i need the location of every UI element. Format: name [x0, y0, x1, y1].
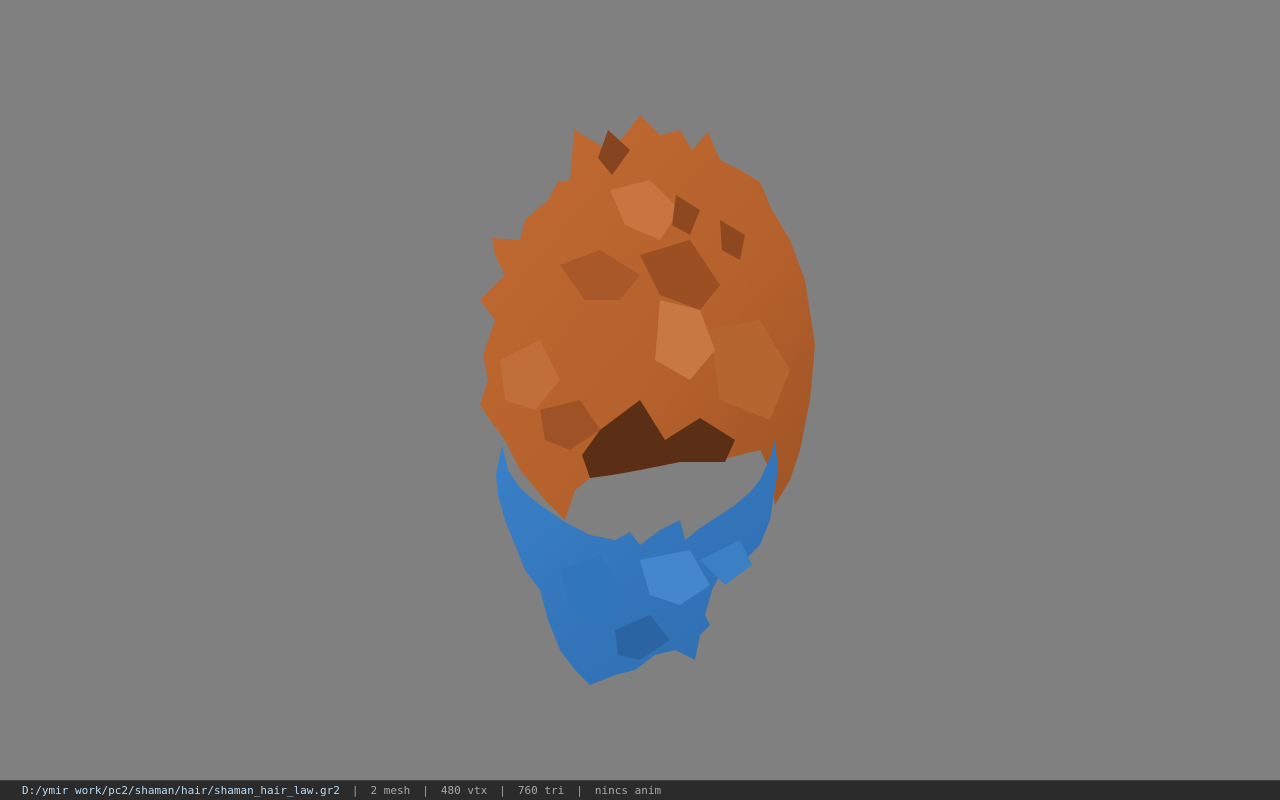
model-render — [480, 115, 815, 685]
status-separator: | — [351, 784, 359, 797]
triangle-count: 760 tri — [517, 784, 565, 797]
animation-status: nincs anim — [594, 784, 662, 797]
3d-viewport[interactable] — [0, 0, 1280, 780]
status-bar: D:/ymir work/pc2/shaman/hair/shaman_hair… — [0, 780, 1280, 800]
file-path: D:/ymir work/pc2/shaman/hair/shaman_hair… — [22, 784, 340, 797]
status-separator: | — [422, 784, 429, 797]
hair-mesh — [480, 115, 815, 520]
status-separator: | — [499, 784, 506, 797]
vertex-count: 480 vtx — [440, 784, 488, 797]
status-separator: | — [576, 784, 583, 797]
mesh-count: 2 mesh — [370, 784, 411, 797]
